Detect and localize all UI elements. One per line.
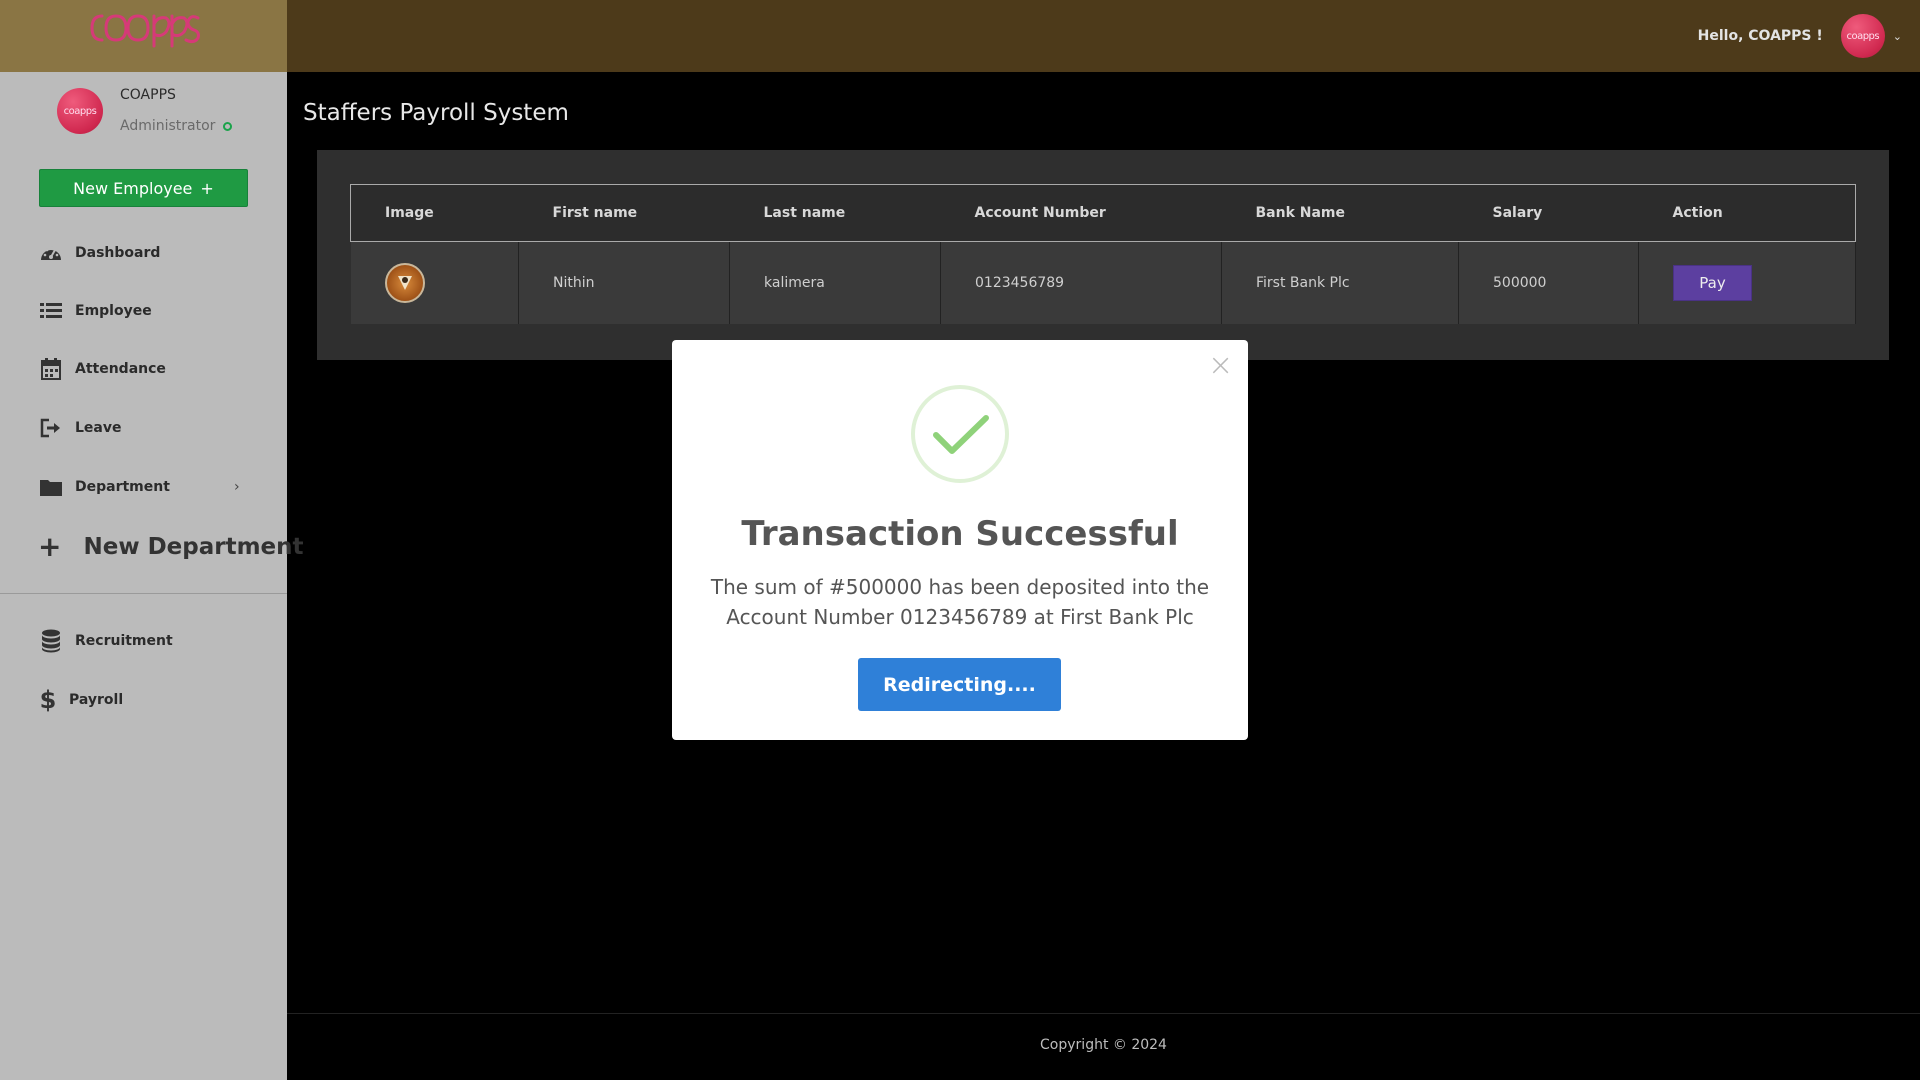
chevron-down-icon[interactable]: ⌄ <box>1893 30 1902 43</box>
page-title: Staffers Payroll System <box>303 100 569 126</box>
modal-message-line: Account Number 0123456789 at First Bank … <box>726 605 1194 629</box>
sidebar-item-department[interactable]: Department › <box>39 472 259 502</box>
user-avatar[interactable]: coapps <box>1840 14 1885 58</box>
avatar-text: coapps <box>63 105 97 117</box>
salary-cell: 500000 <box>1458 241 1639 324</box>
profile-avatar: coapps <box>57 88 103 134</box>
action-cell: Pay <box>1638 241 1856 324</box>
success-check-icon <box>910 384 1010 488</box>
column-header-account-number: Account Number <box>940 184 1222 242</box>
table-row: Nithin kalimera 0123456789 First Bank Pl… <box>350 241 1856 324</box>
profile-role-label: Administrator <box>120 118 216 134</box>
transaction-success-modal: × Transaction Successful The sum of #500… <box>672 340 1248 740</box>
column-header-salary: Salary <box>1458 184 1639 242</box>
bank-name-cell: First Bank Plc <box>1221 241 1459 324</box>
column-header-first-name: First name <box>518 184 730 242</box>
redirecting-button[interactable]: Redirecting.... <box>858 658 1061 711</box>
sidebar-item-label: Leave <box>75 420 122 436</box>
plus-icon: + <box>200 178 214 198</box>
avatar-text: coapps <box>1846 30 1880 42</box>
sidebar-divider <box>0 593 287 594</box>
sidebar-item-leave[interactable]: Leave <box>39 413 121 443</box>
close-icon[interactable]: × <box>1208 351 1233 381</box>
employee-portrait-icon <box>397 275 412 290</box>
sidebar-item-label: Recruitment <box>75 633 173 649</box>
sidebar: coapps COAPPS Administrator <box>0 72 287 1080</box>
sidebar-item-attendance[interactable]: Attendance <box>39 354 166 384</box>
top-navbar: Hello, COAPPS ! coapps ⌄ <box>287 0 1920 72</box>
column-header-image: Image <box>350 184 519 242</box>
list-icon <box>39 299 63 323</box>
modal-message-line: The sum of #500000 has been deposited in… <box>710 575 1210 599</box>
dashboard-gauge-icon <box>39 241 63 265</box>
user-greeting: Hello, COAPPS ! <box>1697 28 1823 44</box>
sidebar-item-employee[interactable]: Employee <box>39 296 152 326</box>
sidebar-item-dashboard[interactable]: Dashboard <box>39 238 160 268</box>
profile-name: COAPPS <box>120 87 176 103</box>
sidebar-item-label: Department <box>75 479 170 495</box>
sign-out-icon <box>39 416 63 440</box>
profile-role: Administrator <box>120 118 233 134</box>
table-header-row: Image First name Last name Account Numbe… <box>350 184 1856 242</box>
sidebar-item-label: Attendance <box>75 361 166 377</box>
pay-button[interactable]: Pay <box>1673 264 1752 301</box>
chevron-right-icon: › <box>234 479 240 495</box>
online-status-icon <box>223 121 233 131</box>
sidebar-item-recruitment[interactable]: Recruitment <box>39 626 173 656</box>
folder-icon <box>39 475 63 499</box>
new-department-label: New Department <box>83 533 304 560</box>
modal-message: The sum of #500000 has been deposited in… <box>702 572 1218 632</box>
new-department-link[interactable]: + New Department <box>38 530 304 563</box>
modal-title: Transaction Successful <box>741 514 1179 554</box>
account-number-cell: 0123456789 <box>940 241 1222 324</box>
plus-icon: + <box>38 530 62 563</box>
footer-divider <box>287 1013 1920 1014</box>
employee-image-cell <box>350 241 519 324</box>
database-icon <box>39 629 63 653</box>
column-header-last-name: Last name <box>729 184 941 242</box>
new-employee-label: New Employee <box>73 178 193 198</box>
column-header-action: Action <box>1638 184 1856 242</box>
app-logo[interactable] <box>0 0 287 72</box>
sidebar-item-label: Payroll <box>69 692 124 708</box>
payroll-table-panel: Image First name Last name Account Numbe… <box>317 150 1889 360</box>
calendar-icon <box>39 357 63 381</box>
sidebar-item-label: Employee <box>75 303 152 319</box>
column-header-bank-name: Bank Name <box>1221 184 1459 242</box>
sidebar-item-payroll[interactable]: $ Payroll <box>39 685 124 715</box>
coapps-logo-icon <box>89 14 200 48</box>
payroll-table: Image First name Last name Account Numbe… <box>350 184 1856 324</box>
employee-photo <box>384 262 425 303</box>
footer-copyright: Copyright © 2024 <box>1040 1037 1167 1053</box>
sidebar-profile: coapps COAPPS Administrator <box>0 72 287 158</box>
new-employee-button[interactable]: New Employee + <box>39 169 248 207</box>
last-name-cell: kalimera <box>729 241 941 324</box>
sidebar-item-label: Dashboard <box>75 245 161 261</box>
dollar-icon: $ <box>39 686 57 714</box>
first-name-cell: Nithin <box>518 241 730 324</box>
